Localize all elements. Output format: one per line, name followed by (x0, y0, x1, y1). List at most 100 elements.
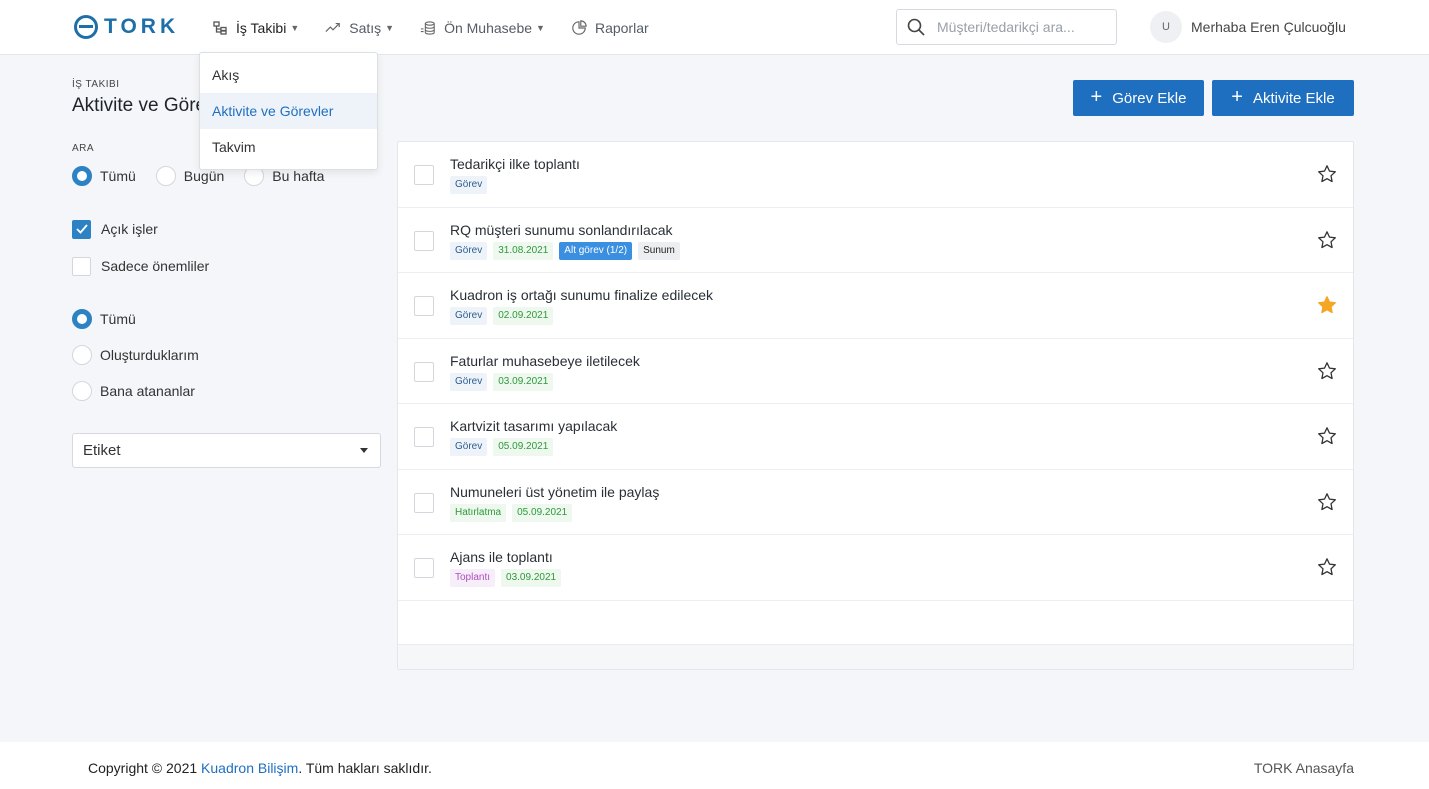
user-greeting: Merhaba Eren Çulcuoğlu (1191, 19, 1346, 35)
nav-label: Raporlar (594, 19, 649, 36)
tag-badge: Alt görev (1/2) (559, 241, 633, 260)
tag-badge: 31.08.2021 (493, 241, 554, 260)
button-label: Aktivite Ekle (1252, 89, 1335, 107)
breadcrumb: İŞ TAKIBI (72, 79, 120, 90)
button-label: Görev Ekle (1112, 89, 1187, 107)
radio-label: Oluşturduklarım (100, 347, 199, 363)
top-bar: TORK İş Takibi ▼ Satış ▼ Ön Muhasebe ▼ R… (0, 0, 1429, 55)
plus-icon: + (1231, 86, 1243, 108)
brand-name: TORK (104, 15, 180, 38)
radio-checked-icon (72, 166, 92, 186)
task-row[interactable]: RQ müşteri sunumu sonlandırılacak Görev 31… (398, 208, 1353, 273)
dropdown-item-akis[interactable]: Akış (200, 57, 377, 93)
task-row[interactable]: Kartvizit tasarımı yapılacak Görev 05.09.2… (398, 404, 1353, 470)
task-title[interactable]: Faturlar muhasebeye iletilecek (450, 353, 640, 369)
star-icon[interactable] (1317, 230, 1337, 250)
nav-item-satis[interactable]: Satış ▼ (325, 20, 394, 36)
star-icon[interactable] (1317, 361, 1337, 381)
task-row[interactable]: Kuadron iş ortağı sunumu finalize edilec… (398, 273, 1353, 339)
task-title[interactable]: Numuneleri üst yönetim ile paylaş (450, 484, 659, 500)
task-checkbox[interactable] (414, 296, 434, 316)
task-checkbox[interactable] (414, 492, 434, 513)
logo-mark-icon (74, 15, 98, 39)
pie-chart-icon (571, 19, 587, 36)
plus-icon: + (1090, 86, 1103, 108)
owner-radio-tumu[interactable]: Tümü (72, 309, 361, 329)
tag-badge: Toplantı (450, 569, 496, 587)
add-activity-button[interactable]: + Aktivite Ekle (1212, 80, 1354, 116)
chevron-down-icon: ▼ (290, 22, 300, 33)
task-row[interactable]: Faturlar muhasebeye iletilecek Görev 03.09… (398, 339, 1353, 404)
task-row[interactable]: Ajans ile toplantı Toplantı 03.09.2021 (398, 535, 1353, 601)
tag-badge: Hatırlatma (450, 503, 507, 522)
task-title[interactable]: Kartvizit tasarımı yapılacak (450, 418, 617, 434)
task-title[interactable]: Kuadron iş ortağı sunumu finalize edilec… (450, 287, 713, 303)
user-menu[interactable]: U Merhaba Eren Çulcuoğlu (1150, 11, 1346, 43)
owner-radio-group: Tümü Oluşturduklarım Bana atananlar (72, 309, 381, 401)
radio-label: Bana atananlar (100, 383, 195, 399)
checkbox-group: Açık işler Sadece önemliler (72, 219, 381, 276)
task-checkbox[interactable] (414, 427, 434, 447)
chevron-down-icon: ▼ (536, 22, 545, 33)
radio-checked-icon (72, 309, 92, 329)
task-title[interactable]: RQ müşteri sunumu sonlandırılacak (450, 222, 673, 238)
trend-up-icon (325, 20, 341, 36)
task-title[interactable]: Ajans ile toplantı (450, 549, 553, 565)
tasks-icon (212, 20, 228, 36)
nav-item-on-muhasebe[interactable]: Ön Muhasebe ▼ (420, 20, 545, 36)
dropdown-item-takvim[interactable]: Takvim (200, 129, 377, 165)
task-row[interactable]: Numuneleri üst yönetim ile paylaş Hatırla… (398, 470, 1353, 535)
copyright-prefix: Copyright © 2021 (88, 760, 198, 776)
owner-radio-olusturduklarim[interactable]: Oluşturduklarım (72, 345, 361, 365)
task-tags: Toplantı 03.09.2021 (450, 569, 562, 587)
task-checkbox[interactable] (414, 230, 434, 251)
main-nav: İş Takibi ▼ Satış ▼ Ön Muhasebe ▼ Raporl… (212, 0, 675, 55)
checkbox-label: Sadece önemliler (101, 258, 210, 274)
dropdown-item-aktivite-ve-gorevler[interactable]: Aktivite ve Görevler (200, 93, 377, 129)
important-only-checkbox[interactable]: Sadece önemliler (72, 256, 381, 276)
filter-panel: ARA Tümü Bugün Bu hafta Açık işler Sadec… (72, 143, 381, 401)
radio-label: Tümü (100, 311, 136, 327)
nav-label: Satış (349, 19, 382, 36)
nav-item-is-takibi[interactable]: İş Takibi ▼ (212, 20, 299, 36)
task-checkbox[interactable] (414, 165, 434, 185)
checkbox-unchecked-icon (72, 256, 91, 276)
tag-badge: 03.09.2021 (493, 372, 554, 391)
star-icon[interactable] (1317, 164, 1337, 184)
tag-badge: Görev (450, 438, 488, 456)
star-icon[interactable] (1317, 492, 1337, 512)
checkbox-label: Açık işler (101, 221, 158, 237)
task-tags: Görev (450, 176, 488, 194)
nav-item-raporlar[interactable]: Raporlar (571, 20, 649, 36)
chevron-down-icon: ▼ (385, 22, 395, 33)
tag-badge: Sunum (638, 241, 680, 260)
task-checkbox[interactable] (414, 361, 434, 382)
owner-radio-bana-atananlar[interactable]: Bana atananlar (72, 381, 361, 401)
star-icon[interactable] (1317, 557, 1337, 577)
task-checkbox[interactable] (414, 558, 434, 578)
task-title[interactable]: Tedarikçi ilke toplantı (450, 156, 580, 172)
tag-select[interactable]: Etiket (72, 433, 381, 468)
radio-label: Bugün (183, 168, 225, 184)
task-row[interactable]: Tedarikçi ilke toplantı Görev (398, 142, 1353, 208)
search-input[interactable] (937, 19, 1107, 35)
brand-logo[interactable]: TORK (74, 14, 179, 40)
company-link[interactable]: Kuadron Bilişim (201, 760, 298, 776)
task-tags: Görev 02.09.2021 (450, 307, 554, 325)
tag-badge: 02.09.2021 (493, 307, 554, 325)
tag-badge: Görev (450, 307, 488, 325)
add-task-button[interactable]: + Görev Ekle (1073, 80, 1204, 116)
open-tasks-checkbox[interactable]: Açık işler (72, 219, 381, 239)
tag-badge: Görev (450, 372, 488, 391)
star-filled-icon[interactable] (1317, 295, 1337, 315)
radio-unchecked-icon (72, 381, 92, 401)
home-link[interactable]: TORK Anasayfa (1254, 760, 1354, 776)
period-radio-tumu[interactable]: Tümü (72, 166, 136, 186)
page-footer: Copyright © 2021 Kuadron Bilişim. Tüm ha… (0, 742, 1429, 789)
tag-select-value: Etiket (83, 442, 121, 459)
star-icon[interactable] (1317, 426, 1337, 446)
radio-label: Bu hafta (272, 168, 325, 184)
search-box (896, 9, 1117, 45)
coins-icon (420, 20, 436, 36)
task-list: Tedarikçi ilke toplantı Görev RQ müşteri s… (397, 141, 1354, 670)
